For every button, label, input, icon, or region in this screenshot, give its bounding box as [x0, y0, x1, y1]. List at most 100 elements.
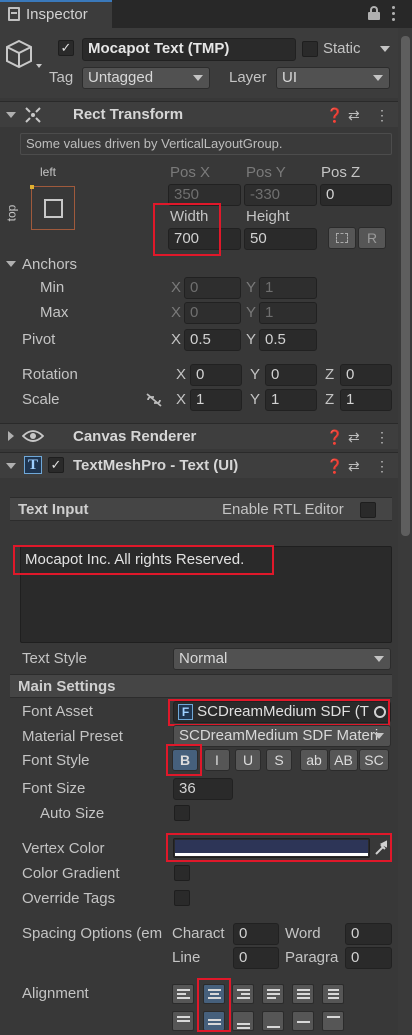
canvas-renderer-header[interactable]: Canvas Renderer ❓ ⇄ ⋮	[0, 423, 412, 449]
align-middle-button[interactable]	[203, 1011, 225, 1031]
font-style-label: Font Style	[22, 752, 90, 769]
alignment-label: Alignment	[22, 985, 89, 1002]
tmp-title: TextMeshPro - Text (UI)	[73, 457, 239, 474]
tag-dropdown[interactable]: Untagged	[82, 67, 210, 89]
blueprint-mode-button[interactable]	[328, 227, 356, 249]
kebab-menu-icon[interactable]	[392, 6, 396, 22]
preset-icon[interactable]: ⇄	[348, 429, 360, 445]
inspector-tab[interactable]: Inspector	[0, 0, 112, 28]
color-gradient-checkbox[interactable]	[174, 865, 190, 881]
line-spacing-field[interactable]: 0	[233, 947, 279, 969]
strikethrough-button[interactable]: S	[266, 749, 292, 771]
static-dropdown-caret[interactable]	[380, 46, 390, 52]
tmp-header[interactable]: T ✓ TextMeshPro - Text (UI) ❓ ⇄ ⋮	[0, 452, 412, 478]
text-input-label: Text Input	[18, 501, 89, 518]
scale-z-field[interactable]: 1	[340, 389, 392, 411]
preset-icon[interactable]: ⇄	[348, 458, 360, 474]
lock-icon[interactable]	[368, 6, 380, 20]
canvas-renderer-title: Canvas Renderer	[73, 428, 197, 445]
font-asset-icon: F	[178, 704, 193, 720]
scale-y-field[interactable]: 1	[265, 389, 317, 411]
bold-button[interactable]: B	[172, 749, 198, 771]
paragraph-spacing-field[interactable]: 0	[345, 947, 392, 969]
anchor-presets-button[interactable]	[30, 185, 75, 230]
override-tags-checkbox[interactable]	[174, 890, 190, 906]
align-midline-button[interactable]	[292, 1011, 314, 1031]
font-size-field[interactable]: 36	[173, 778, 233, 800]
pos-y-field: -330	[244, 184, 317, 206]
character-spacing-field[interactable]: 0	[233, 923, 279, 945]
rotation-y-label: Y	[250, 366, 261, 383]
component-menu-icon[interactable]: ⋮	[375, 458, 389, 474]
object-picker-icon[interactable]	[374, 706, 386, 718]
fold-arrow-icon[interactable]	[6, 112, 16, 118]
text-style-label: Text Style	[22, 650, 88, 667]
align-left-button[interactable]	[172, 984, 194, 1004]
pivot-y-label: Y	[246, 331, 257, 348]
help-icon[interactable]: ❓	[326, 429, 343, 445]
pivot-y-field[interactable]: 0.5	[259, 329, 317, 351]
word-spacing-field[interactable]: 0	[345, 923, 392, 945]
scrollbar-thumb[interactable]	[401, 36, 410, 536]
component-menu-icon[interactable]: ⋮	[375, 107, 389, 123]
align-right-button[interactable]	[232, 984, 254, 1004]
auto-size-checkbox[interactable]	[174, 805, 190, 821]
align-geometry-center-button[interactable]	[322, 984, 344, 1004]
vertex-color-field[interactable]	[173, 838, 370, 858]
pivot-x-field[interactable]: 0.5	[184, 329, 241, 351]
rotation-y-field[interactable]: 0	[265, 364, 317, 386]
anchor-max-label: Max	[40, 304, 69, 321]
eyedropper-icon[interactable]	[374, 840, 388, 856]
text-style-dropdown[interactable]: Normal	[173, 648, 391, 670]
object-name-field[interactable]: Mocapot Text (TMP)	[82, 38, 296, 61]
rect-transform-icon	[25, 107, 41, 123]
scale-z-label: Z	[325, 391, 335, 408]
scale-y-label: Y	[250, 391, 261, 408]
uppercase-button[interactable]: AB	[329, 749, 358, 771]
height-field[interactable]: 50	[244, 228, 317, 250]
pos-z-field[interactable]: 0	[320, 184, 392, 206]
gameobject-cube-icon[interactable]	[4, 38, 42, 72]
anchors-fold-icon[interactable]	[6, 261, 16, 267]
width-field[interactable]: 700	[168, 228, 241, 250]
static-checkbox[interactable]	[302, 41, 318, 57]
pivot-label: Pivot	[22, 331, 56, 348]
help-icon[interactable]: ❓	[326, 107, 343, 123]
underline-button[interactable]: U	[235, 749, 261, 771]
anchor-preset-vertical-label: top	[4, 204, 19, 222]
lowercase-button[interactable]: ab	[300, 749, 328, 771]
fold-arrow-icon[interactable]	[8, 431, 14, 441]
material-preset-dropdown[interactable]: SCDreamMedium SDF Materi	[173, 725, 391, 747]
anchor-min-label: Min	[40, 279, 65, 296]
rtl-editor-checkbox[interactable]	[360, 502, 376, 518]
unlink-scale-icon[interactable]	[145, 392, 163, 408]
rect-transform-header[interactable]: Rect Transform ❓ ⇄ ⋮	[0, 101, 412, 127]
italic-button[interactable]: I	[204, 749, 230, 771]
component-menu-icon[interactable]: ⋮	[375, 429, 389, 445]
align-bottom-button[interactable]	[232, 1011, 254, 1031]
vertex-alpha-bar	[175, 853, 368, 856]
align-top-button[interactable]	[172, 1011, 194, 1031]
object-active-checkbox[interactable]: ✓	[58, 40, 74, 56]
pos-z-label: Pos Z	[321, 164, 361, 181]
align-justified-button[interactable]	[262, 984, 284, 1004]
tab-title: Inspector	[26, 6, 88, 23]
raw-edit-button[interactable]: R	[358, 227, 386, 249]
anchor-max-x-field: 0	[184, 302, 241, 324]
text-input-area[interactable]: Mocapot Inc. All rights Reserved.	[20, 546, 392, 643]
layer-dropdown[interactable]: UI	[276, 67, 390, 89]
align-capline-button[interactable]	[322, 1011, 344, 1031]
align-baseline-button[interactable]	[262, 1011, 284, 1031]
align-flush-button[interactable]	[292, 984, 314, 1004]
fold-arrow-icon[interactable]	[6, 463, 16, 469]
scale-x-field[interactable]: 1	[190, 389, 242, 411]
align-center-button[interactable]	[203, 984, 225, 1004]
rotation-x-field[interactable]: 0	[190, 364, 242, 386]
preset-icon[interactable]: ⇄	[348, 107, 360, 123]
smallcaps-button[interactable]: SC	[359, 749, 389, 771]
font-asset-field[interactable]: F SCDreamMedium SDF (T	[173, 701, 391, 723]
rotation-z-field[interactable]: 0	[340, 364, 392, 386]
scale-label: Scale	[22, 391, 60, 408]
tmp-enabled-checkbox[interactable]: ✓	[48, 457, 64, 473]
help-icon[interactable]: ❓	[326, 458, 343, 474]
